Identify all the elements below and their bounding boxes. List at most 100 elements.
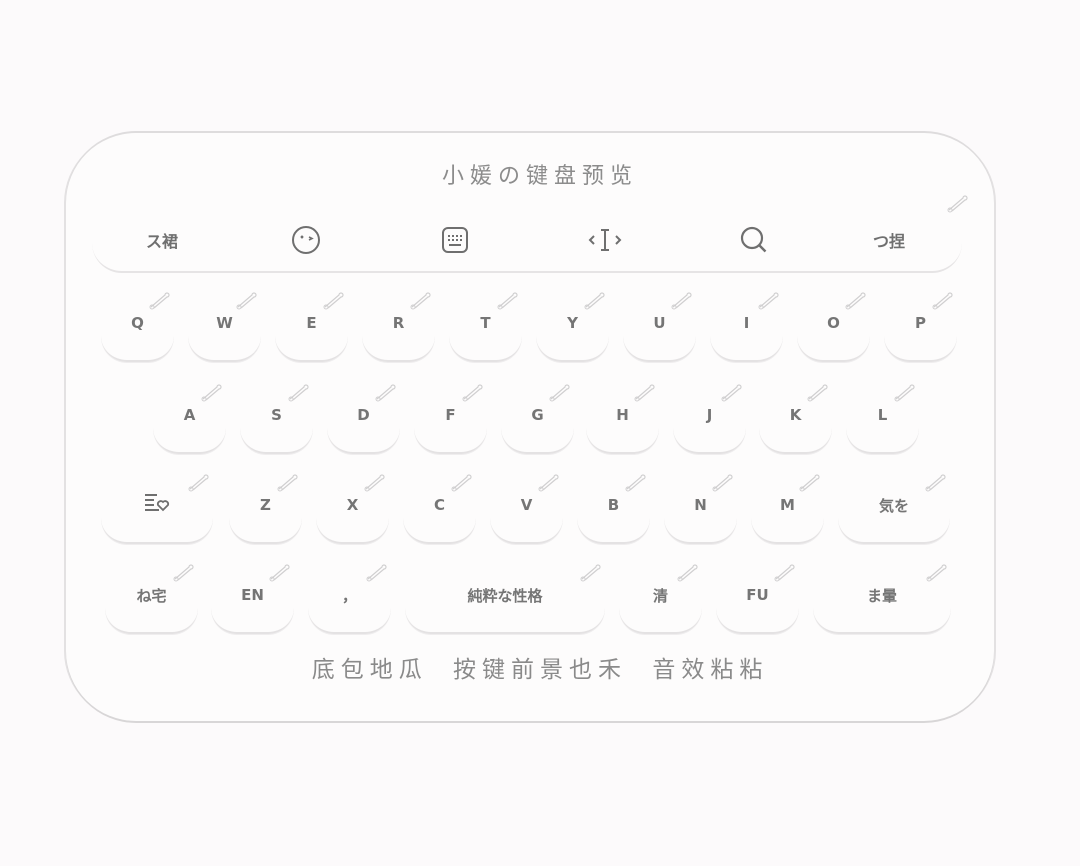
toolbar-right-button[interactable]: つ捏 [859,225,919,255]
key-label: N [694,496,707,514]
key-label: A [183,406,196,424]
key-q[interactable]: Q [101,292,174,362]
safety-pin-icon [584,292,605,310]
key-label: Q [131,314,144,332]
safety-pin-icon [634,384,655,402]
key-label: S [271,406,282,424]
fu-key[interactable]: FU [716,564,799,634]
key-n[interactable]: N [664,474,737,544]
safety-pin-icon [288,384,309,402]
toolbar-left-button[interactable]: ス裙 [132,225,192,255]
key-label: U [653,314,666,332]
list-heart-icon [143,492,171,518]
key-label: O [827,314,840,332]
key-label: M [780,496,795,514]
key-label: I [743,314,750,332]
key-label: R [392,314,405,332]
key-label: FU [746,586,769,604]
key-w[interactable]: W [188,292,261,362]
safety-pin-icon [149,292,170,310]
safety-pin-icon [410,292,431,310]
key-u[interactable]: U [623,292,696,362]
preview-footer: 底包地瓜 按键前景也禾 音效粘粘 [0,650,1080,684]
preview-title: 小媛の键盘预览 [441,164,638,189]
key-c[interactable]: C [403,474,476,544]
space-key[interactable]: 純粋な性格 [405,564,605,634]
key-label: ま暈 [866,586,897,605]
key-label: H [616,406,629,424]
key-l[interactable]: L [846,384,919,454]
safety-pin-icon [807,384,828,402]
safety-pin-icon [799,474,820,492]
key-m[interactable]: M [751,474,824,544]
emoji-icon[interactable] [276,225,336,255]
key-label: T [480,314,491,332]
footer-background-label: 底包地瓜 [311,657,428,683]
key-a[interactable]: A [153,384,226,454]
key-p[interactable]: P [884,292,957,362]
key-label: 清 [652,586,668,605]
safety-pin-icon [845,292,866,310]
key-label: C [433,496,445,514]
key-i[interactable]: I [710,292,783,362]
key-b[interactable]: B [577,474,650,544]
safety-pin-icon [277,474,298,492]
key-t[interactable]: T [449,292,522,362]
key-j[interactable]: J [673,384,746,454]
safety-pin-icon [364,474,385,492]
key-v[interactable]: V [490,474,563,544]
safety-pin-icon [758,292,779,310]
safety-pin-icon [932,292,953,310]
safety-pin-icon [774,564,795,582]
key-g[interactable]: G [501,384,574,454]
key-label: Y [567,314,578,332]
key-k[interactable]: K [759,384,832,454]
safety-pin-icon [721,384,742,402]
safety-pin-icon [201,384,222,402]
key-d[interactable]: D [327,384,400,454]
key-f[interactable]: F [414,384,487,454]
key-y[interactable]: Y [536,292,609,362]
safety-pin-icon [451,474,472,492]
language-key[interactable]: EN [211,564,294,634]
safety-pin-icon [671,292,692,310]
key-s[interactable]: S [240,384,313,454]
key-r[interactable]: R [362,292,435,362]
shift-key[interactable] [101,474,213,544]
key-label: 純粋な性格 [467,586,543,605]
key-label: J [706,406,713,424]
key-label: V [520,496,533,514]
keyboard-toolbar: ス裙 つ捏 [92,195,968,273]
safety-pin-icon [677,564,698,582]
key-z[interactable]: Z [229,474,302,544]
safety-pin-icon [269,564,290,582]
clear-key[interactable]: 清 [619,564,702,634]
safety-pin-icon [375,384,396,402]
key-e[interactable]: E [275,292,348,362]
key-label: E [306,314,317,332]
delete-key[interactable]: ま暈 [813,564,951,634]
key-x[interactable]: X [316,474,389,544]
safety-pin-icon [497,292,518,310]
safety-pin-icon [236,292,257,310]
key-label: W [216,314,233,332]
enter-key[interactable]: 気を [838,474,950,544]
symbol-key[interactable]: ね宅 [105,564,198,634]
safety-pin-icon [538,474,559,492]
comma-key[interactable]: ， [308,564,391,634]
safety-pin-icon [366,564,387,582]
search-icon[interactable] [724,225,784,255]
key-o[interactable]: O [797,292,870,362]
safety-pin-icon [712,474,733,492]
key-label: EN [241,586,264,604]
key-label: K [789,406,802,424]
cursor-icon[interactable] [575,225,635,255]
key-label: Z [260,496,271,514]
safety-pin-icon [188,474,209,492]
safety-pin-icon [947,195,968,213]
safety-pin-icon [549,384,570,402]
key-h[interactable]: H [586,384,659,454]
keyboard-icon[interactable] [425,225,485,255]
safety-pin-icon [894,384,915,402]
key-label: X [346,496,359,514]
